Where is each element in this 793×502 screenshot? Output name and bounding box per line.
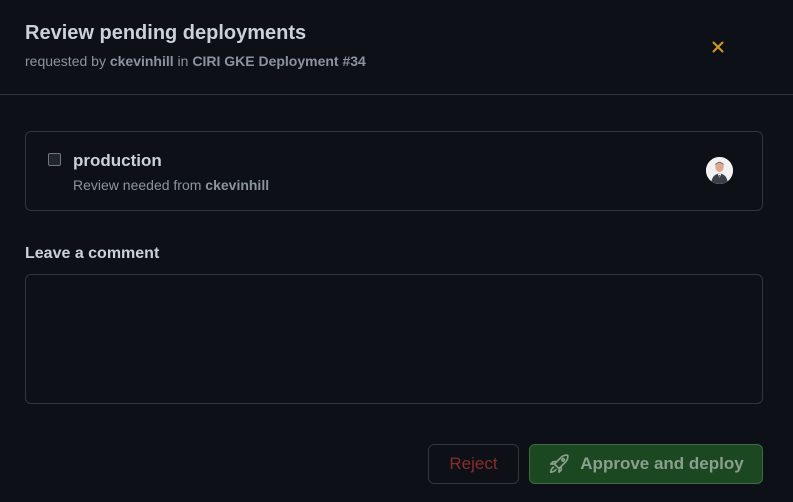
environment-name: production bbox=[73, 151, 162, 170]
dialog-title: Review pending deployments bbox=[25, 22, 307, 44]
environment-card: production Review needed from ckevinhill bbox=[25, 131, 763, 211]
dialog-subtitle: requested by ckevinhill in CIRI GKE Depl… bbox=[25, 53, 366, 69]
reviewer-avatar[interactable] bbox=[706, 157, 733, 184]
dialog-header: Review pending deployments requested by … bbox=[0, 0, 793, 95]
close-icon bbox=[712, 41, 724, 53]
workflow-run-name: CIRI GKE Deployment #34 bbox=[192, 53, 366, 69]
subtitle-prefix: requested by bbox=[25, 53, 110, 69]
reviewer-name: ckevinhill bbox=[205, 177, 270, 193]
environment-checkbox[interactable] bbox=[48, 153, 61, 166]
reject-button[interactable]: Reject bbox=[428, 444, 519, 484]
comment-textarea[interactable] bbox=[25, 274, 763, 404]
environment-review-text: Review needed from ckevinhill bbox=[73, 177, 269, 193]
review-deployments-dialog: Review pending deployments requested by … bbox=[0, 0, 793, 502]
subtitle-mid: in bbox=[173, 53, 193, 69]
approve-button-label: Approve and deploy bbox=[580, 454, 744, 473]
approve-and-deploy-button[interactable]: Approve and deploy bbox=[529, 444, 763, 484]
avatar-person-icon bbox=[706, 157, 733, 184]
review-prefix: Review needed from bbox=[73, 177, 206, 193]
close-button[interactable] bbox=[703, 32, 733, 62]
rocket-icon bbox=[548, 453, 570, 475]
comment-label: Leave a comment bbox=[25, 245, 160, 262]
requester-name: ckevinhill bbox=[109, 53, 174, 69]
